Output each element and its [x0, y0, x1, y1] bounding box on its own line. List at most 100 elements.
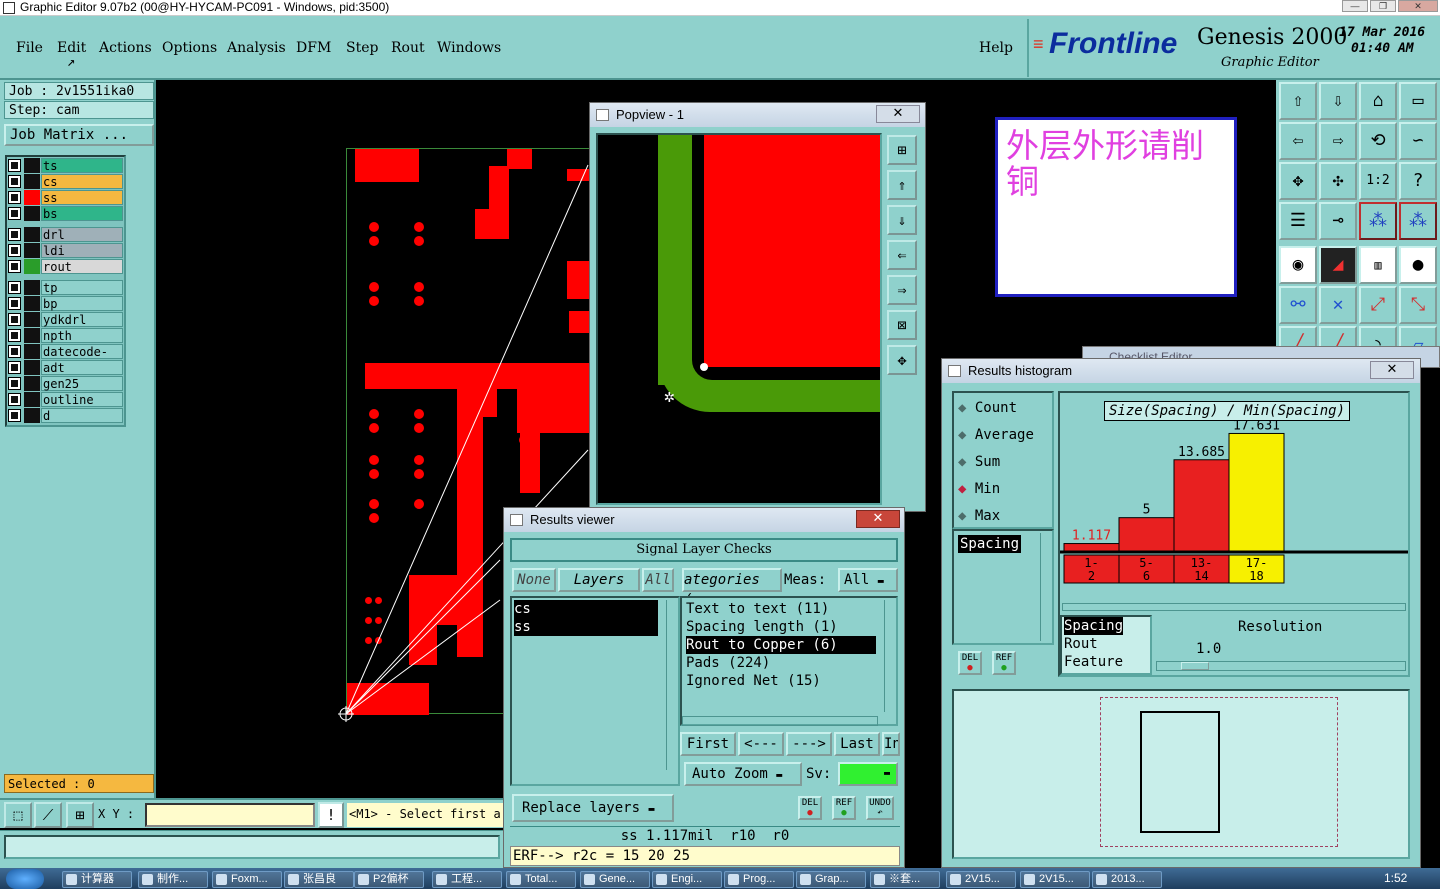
histogram-bar[interactable]: [1173, 459, 1230, 552]
taskbar-item[interactable]: 计算器: [62, 871, 132, 888]
filter-item[interactable]: Spacing: [1064, 617, 1124, 635]
pan-up-icon[interactable]: ⇑: [887, 170, 917, 200]
taskbar-item[interactable]: Gene...: [580, 871, 650, 888]
list-scrollbar[interactable]: [666, 600, 676, 770]
list-scrollbar[interactable]: [1040, 533, 1050, 641]
prev-button[interactable]: <---: [738, 732, 784, 756]
mode-option-sum[interactable]: ◆ Sum: [958, 453, 1000, 471]
list-scrollbar[interactable]: [884, 600, 894, 712]
layers-button[interactable]: Layers: [558, 568, 640, 592]
last-button[interactable]: Last: [834, 732, 880, 756]
results-viewer-close-button[interactable]: ✕: [856, 510, 900, 528]
all-button[interactable]: All: [642, 568, 674, 592]
probe-icon[interactable]: ⊸: [1319, 202, 1357, 240]
move-right-icon[interactable]: ⇨: [1319, 122, 1357, 160]
edit-icon[interactable]: ╱: [1279, 326, 1317, 355]
select-tool-icon[interactable]: ⬚: [4, 802, 32, 828]
settings-icon[interactable]: ☰: [1279, 202, 1317, 240]
home-icon[interactable]: ⌂: [1359, 82, 1397, 120]
zoom-fit-icon[interactable]: ✥: [1279, 162, 1317, 200]
mirror-icon[interactable]: ⟲: [1359, 122, 1397, 160]
draw-icon[interactable]: ╱: [1319, 326, 1357, 355]
histogram-list-item[interactable]: Spacing: [958, 535, 1022, 553]
filter-item[interactable]: Rout: [1064, 635, 1098, 653]
histogram-del-button[interactable]: DEL ●: [958, 651, 982, 675]
pan-icon[interactable]: ✣: [1319, 162, 1357, 200]
measure-tool-icon[interactable]: ⟋: [34, 802, 62, 828]
pan-down-icon[interactable]: ⇓: [887, 205, 917, 235]
taskbar-item[interactable]: 张昌良: [284, 871, 354, 888]
popview-close-button[interactable]: ✕: [876, 105, 920, 123]
fit-icon[interactable]: ⊠: [887, 310, 917, 340]
meas-dropdown[interactable]: All ▬: [838, 568, 898, 592]
next-button[interactable]: --->: [786, 732, 832, 756]
layer-result-item[interactable]: ss: [514, 618, 658, 636]
resolution-slider[interactable]: [1156, 661, 1406, 671]
taskbar-item[interactable]: 2013...: [1092, 871, 1162, 888]
info-icon[interactable]: !: [318, 802, 344, 828]
taskbar-item[interactable]: Engi...: [652, 871, 722, 888]
cross-icon[interactable]: ✕: [1319, 286, 1357, 324]
mode-option-count[interactable]: ◆ Count: [958, 399, 1017, 417]
snap-icon[interactable]: ⤢: [1359, 286, 1397, 324]
slider-thumb[interactable]: [1181, 662, 1209, 670]
mode-option-min[interactable]: ◆ Min: [958, 480, 1000, 498]
categories-button[interactable]: ategories (:: [682, 568, 782, 608]
filter-item[interactable]: Feature: [1064, 653, 1123, 671]
line-icon[interactable]: ◢: [1319, 246, 1357, 284]
window-fit-icon[interactable]: ▭: [1399, 82, 1437, 120]
net-icon[interactable]: ⁂: [1359, 202, 1397, 240]
undo-button[interactable]: UNDO ↶: [866, 796, 894, 820]
replace-layers-dropdown[interactable]: Replace layers ▬: [512, 794, 674, 822]
circle-icon[interactable]: ●: [1399, 246, 1437, 284]
histogram-bar[interactable]: [1063, 543, 1120, 552]
in-button[interactable]: In: [882, 732, 900, 756]
histogram-bar[interactable]: [1118, 517, 1175, 552]
histogram-close-button[interactable]: ✕: [1370, 361, 1414, 379]
taskbar-item[interactable]: 2V15...: [946, 871, 1016, 888]
xy-input[interactable]: [145, 803, 315, 827]
first-button[interactable]: First: [680, 732, 736, 756]
taskbar-item[interactable]: Foxm...: [212, 871, 282, 888]
result-item[interactable]: Rout to Copper (6): [686, 636, 876, 654]
mode-option-average[interactable]: ◆ Average: [958, 426, 1034, 444]
taskbar-item[interactable]: P2偏杯: [354, 871, 424, 888]
pan-right-icon[interactable]: ⇒: [887, 275, 917, 305]
auto-zoom-dropdown[interactable]: Auto Zoom ▬: [684, 762, 802, 786]
histogram-ref-button[interactable]: REF ●: [992, 651, 1016, 675]
taskbar-item[interactable]: 工程...: [432, 871, 502, 888]
scale-icon[interactable]: 1:2: [1359, 162, 1397, 200]
popview-canvas[interactable]: ✲: [596, 133, 882, 505]
center-icon[interactable]: ✥: [887, 345, 917, 375]
grid-tool-icon[interactable]: ⊞: [66, 802, 94, 828]
ref-button[interactable]: REF ●: [832, 796, 856, 820]
sv-color-selector[interactable]: ▬: [838, 762, 898, 786]
box-icon[interactable]: ▱: [1399, 326, 1437, 355]
histogram-scrollbar[interactable]: [1062, 603, 1406, 611]
none-button[interactable]: None: [512, 568, 556, 592]
taskbar-item[interactable]: 制作...: [138, 871, 208, 888]
drag-icon[interactable]: ⤡: [1399, 286, 1437, 324]
taskbar-item[interactable]: 2V15...: [1020, 871, 1090, 888]
histogram-bar[interactable]: [1228, 432, 1285, 552]
pad-icon[interactable]: ◉: [1279, 246, 1317, 284]
taskbar-item[interactable]: Prog...: [724, 871, 794, 888]
net-select-icon[interactable]: ⁂: [1399, 202, 1437, 240]
results-hscrollbar[interactable]: [682, 716, 878, 726]
help-icon[interactable]: ?: [1399, 162, 1437, 200]
result-item[interactable]: Pads (224): [686, 654, 876, 672]
zoom-home-icon[interactable]: ⇧: [1279, 82, 1317, 120]
mode-option-max[interactable]: ◆ Max: [958, 507, 1000, 525]
rotate-icon[interactable]: ∽: [1399, 122, 1437, 160]
arc-icon[interactable]: ◝: [1359, 326, 1397, 355]
result-item[interactable]: Text to text (11): [686, 600, 876, 618]
taskbar-item[interactable]: Total...: [506, 871, 576, 888]
connect-icon[interactable]: ⚯: [1279, 286, 1317, 324]
pan-left-icon[interactable]: ⇐: [887, 240, 917, 270]
ruler-icon[interactable]: ▥: [1359, 246, 1397, 284]
start-button[interactable]: [6, 869, 44, 889]
taskbar-item[interactable]: Grap...: [796, 871, 866, 888]
taskbar-item[interactable]: ※套...: [870, 871, 940, 888]
del-button[interactable]: DEL ●: [798, 796, 822, 820]
layer-result-item[interactable]: cs: [514, 600, 658, 618]
